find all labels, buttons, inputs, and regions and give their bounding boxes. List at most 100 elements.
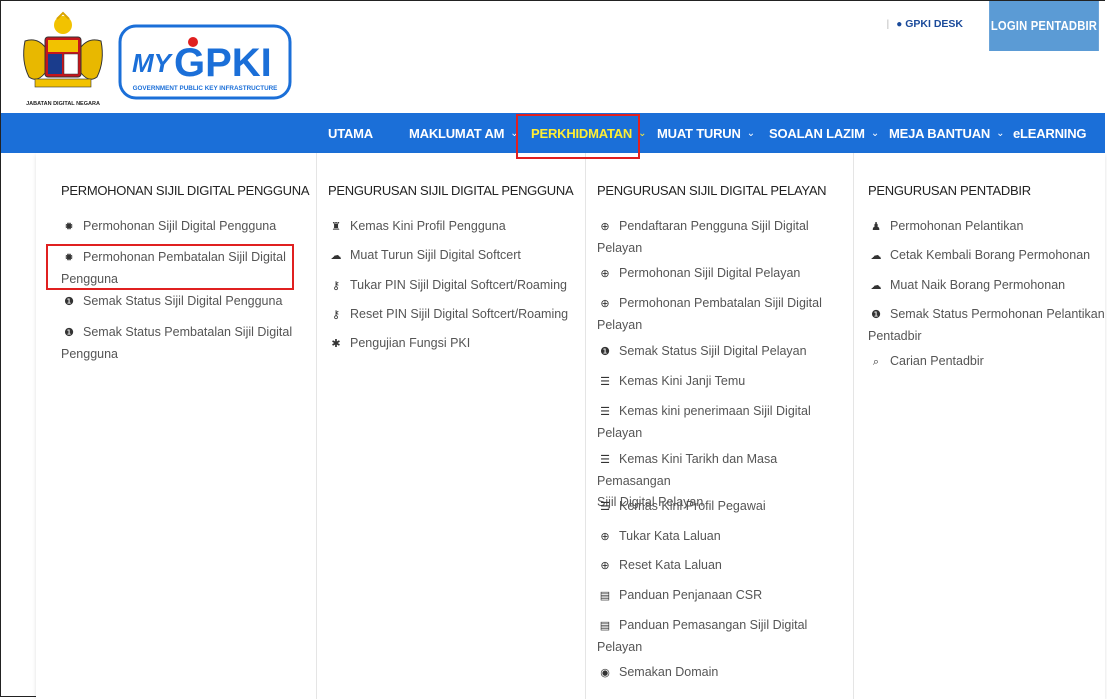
search-icon: ⌕ — [872, 356, 880, 368]
lock-icon: ⊕ — [600, 298, 610, 310]
menu-item-label: Tukar Kata Laluan — [619, 529, 721, 543]
user-tie-icon: ♜ — [331, 221, 341, 233]
nav-muat-turun[interactable]: MUAT TURUN ⌄ — [657, 113, 755, 153]
info-icon: ❶ — [600, 346, 610, 358]
menu-item-permohonan-pembatalan-pelayan[interactable]: ⊕ Permohonan Pembatalan Sijil Digital Pela… — [597, 293, 822, 336]
highlight-box-nav — [516, 114, 640, 159]
nav-utama[interactable]: UTAMA — [328, 113, 373, 153]
separator: | — [886, 18, 890, 30]
list-icon: ☰ — [600, 406, 610, 418]
menu-item-label: Carian Pentadbir — [890, 354, 984, 368]
column-heading: PENGURUSAN PENTADBIR — [868, 183, 1031, 198]
column-heading: PENGURUSAN SIJIL DIGITAL PENGGUNA — [328, 183, 574, 198]
column-divider — [585, 153, 586, 699]
menu-column-permohonan-pengguna: PERMOHONAN SIJIL DIGITAL PENGGUNA ✹ Permo… — [61, 153, 310, 699]
menu-item-label: Reset Kata Laluan — [619, 558, 722, 572]
list-icon: ☰ — [600, 376, 610, 388]
menu-item-semak-status-pembatalan[interactable]: ❶ Semak Status Pembatalan Sijil Digital Pe… — [61, 322, 292, 365]
nav-meja-bantuan[interactable]: MEJA BANTUAN ⌄ — [889, 113, 1005, 153]
cloud-download-icon: ☁ — [330, 250, 342, 262]
menu-item-label-line2: Pengguna — [61, 347, 119, 361]
menu-item-carian-pentadbir[interactable]: ⌕ Carian Pentadbir — [868, 351, 984, 373]
menu-column-pengurusan-pelayan: PENGURUSAN SIJIL DIGITAL PELAYAN ⊕ Pendaf… — [597, 153, 852, 699]
menu-item-tukar-kata-laluan[interactable]: ⊕ Tukar Kata Laluan — [597, 526, 721, 548]
highlight-box-menu-item — [46, 244, 294, 290]
nav-label: eLEARNING — [1013, 125, 1087, 141]
menu-item-label: Semak Status Permohonan Pelantikan — [890, 307, 1105, 321]
menu-item-label: Muat Naik Borang Permohonan — [890, 278, 1066, 292]
top-right-bar: | ● GPKI DESK LOGIN PENTADBIR — [886, 1, 1105, 51]
menu-item-muat-naik-borang[interactable]: ☁ Muat Naik Borang Permohonan — [868, 275, 1066, 297]
menu-item-label: Permohonan Sijil Digital Pengguna — [83, 219, 277, 233]
info-icon: ❶ — [64, 296, 74, 308]
menu-item-panduan-csr[interactable]: ▤ Panduan Penjanaan CSR — [597, 585, 762, 607]
menu-item-pendaftaran-pengguna-pelayan[interactable]: ⊕ Pendaftaran Pengguna Sijil Digital Pelay… — [597, 216, 809, 259]
site-header: JABATAN DIGITAL NEGARA MY GPKI GOVERNMEN… — [1, 1, 1105, 113]
menu-item-label: Permohonan Pelantikan — [890, 219, 1024, 233]
login-pentadbir-button[interactable]: LOGIN PENTADBIR — [989, 1, 1099, 51]
menu-item-reset-pin[interactable]: ⚷ Reset PIN Sijil Digital Softcert/Roamin… — [328, 304, 568, 326]
menu-item-cetak-kembali[interactable]: ☁ Cetak Kembali Borang Permohonan — [868, 245, 1091, 267]
column-heading: PERMOHONAN SIJIL DIGITAL PENGGUNA — [61, 183, 310, 198]
info-icon: ❶ — [64, 327, 74, 339]
menu-item-label: Pendaftaran Pengguna Sijil Digital — [619, 219, 809, 233]
column-divider — [316, 153, 317, 699]
lock-icon: ⊕ — [600, 531, 610, 543]
nav-soalan-lazim[interactable]: SOALAN LAZIM ⌄ — [769, 113, 879, 153]
menu-item-kemas-kini-penerimaan[interactable]: ☰ Kemas kini penerimaan Sijil Digital Pela… — [597, 401, 811, 444]
nav-maklumat-am[interactable]: MAKLUMAT AM ⌄ — [409, 113, 519, 153]
column-heading: PENGURUSAN SIJIL DIGITAL PELAYAN — [597, 183, 827, 198]
menu-item-tukar-pin[interactable]: ⚷ Tukar PIN Sijil Digital Softcert/Roamin… — [328, 275, 567, 297]
menu-item-permohonan-pelantikan[interactable]: ♟ Permohonan Pelantikan — [868, 216, 1023, 238]
chevron-down-icon: ⌄ — [870, 127, 879, 139]
menu-column-pengurusan-pengguna: PENGURUSAN SIJIL DIGITAL PENGGUNA ♜ Kemas… — [328, 153, 578, 699]
cloud-upload-icon: ☁ — [870, 280, 882, 292]
nav-label: MAKLUMAT AM — [409, 125, 505, 141]
list-icon: ☰ — [600, 454, 610, 466]
nav-elearning[interactable]: eLEARNING — [1013, 113, 1087, 153]
menu-item-label: Tukar PIN Sijil Digital Softcert/Roaming — [350, 278, 567, 292]
menu-item-label: Panduan Pemasangan Sijil Digital — [619, 618, 808, 632]
lock-icon: ⊕ — [600, 560, 610, 572]
svg-text:MY: MY — [132, 48, 174, 78]
menu-item-pengujian-fungsi[interactable]: ✱ Pengujian Fungsi PKI — [328, 333, 470, 355]
menu-item-label: Permohonan Sijil Digital Pelayan — [619, 266, 801, 280]
gpki-desk-link[interactable]: | ● GPKI DESK — [886, 18, 963, 30]
mega-menu-dropdown: PERMOHONAN SIJIL DIGITAL PENGGUNA ✹ Permo… — [36, 153, 1105, 699]
menu-item-label: Kemas Kini Profil Pengguna — [350, 219, 506, 233]
menu-item-label: Kemas Kini Profil Pegawai — [619, 499, 766, 513]
key-icon: ⚷ — [331, 309, 341, 321]
asterisk-icon: ✱ — [331, 338, 341, 350]
menu-item-label: Permohonan Pembatalan Sijil Digital — [619, 296, 822, 310]
menu-item-kemas-kini-profil[interactable]: ♜ Kemas Kini Profil Pengguna — [328, 216, 506, 238]
menu-item-label: Kemas Kini Tarikh dan Masa Pemasangan — [597, 452, 778, 488]
menu-item-label-line2: Pelayan — [597, 426, 643, 440]
menu-item-label: Semak Status Sijil Digital Pengguna — [83, 294, 283, 308]
menu-item-muat-turun-softcert[interactable]: ☁ Muat Turun Sijil Digital Softcert — [328, 245, 521, 267]
menu-item-label-line2: Pelayan — [597, 241, 643, 255]
menu-item-semak-status[interactable]: ❶ Semak Status Sijil Digital Pengguna — [61, 291, 282, 313]
menu-item-semak-status-pelayan[interactable]: ❶ Semak Status Sijil Digital Pelayan — [597, 341, 807, 363]
menu-item-semakan-domain[interactable]: ◉ Semakan Domain — [597, 662, 718, 684]
lock-icon: ⊕ — [600, 221, 610, 233]
menu-item-label-line2: Pelayan — [597, 318, 643, 332]
globe-icon: ◉ — [600, 667, 610, 679]
menu-item-kemas-kini-profil-pegawai[interactable]: ☰ Kemas Kini Profil Pegawai — [597, 496, 766, 518]
nav-label: MEJA BANTUAN — [889, 125, 991, 141]
nav-label: MUAT TURUN — [657, 125, 741, 141]
menu-item-label: Reset PIN Sijil Digital Softcert/Roaming — [350, 307, 569, 321]
chevron-down-icon: ⌄ — [996, 127, 1005, 139]
menu-item-kemas-kini-janji-temu[interactable]: ☰ Kemas Kini Janji Temu — [597, 371, 745, 393]
gear-icon: ✹ — [64, 221, 74, 233]
menu-column-pengurusan-pentadbir: PENGURUSAN PENTADBIR ♟ Permohonan Pelanti… — [868, 153, 1105, 699]
menu-item-semak-status-pelantikan[interactable]: ❶ Semak Status Permohonan Pelantikan Penta… — [868, 304, 1105, 347]
menu-item-label: Muat Turun Sijil Digital Softcert — [350, 248, 521, 262]
menu-item-permohonan-sijil-pelayan[interactable]: ⊕ Permohonan Sijil Digital Pelayan — [597, 263, 800, 285]
menu-item-permohonan-sijil[interactable]: ✹ Permohonan Sijil Digital Pengguna — [61, 216, 276, 238]
menu-item-panduan-pemasangan[interactable]: ▤ Panduan Pemasangan Sijil Digital Pelayan — [597, 615, 807, 658]
menu-item-label-line2: Pentadbir — [868, 329, 922, 343]
mygpki-logo: MY GPKI GOVERNMENT PUBLIC KEY INFRASTRUC… — [118, 24, 292, 100]
menu-item-reset-kata-laluan[interactable]: ⊕ Reset Kata Laluan — [597, 555, 722, 577]
card-icon: ▤ — [599, 590, 611, 602]
globe-icon: ● — [896, 18, 903, 30]
